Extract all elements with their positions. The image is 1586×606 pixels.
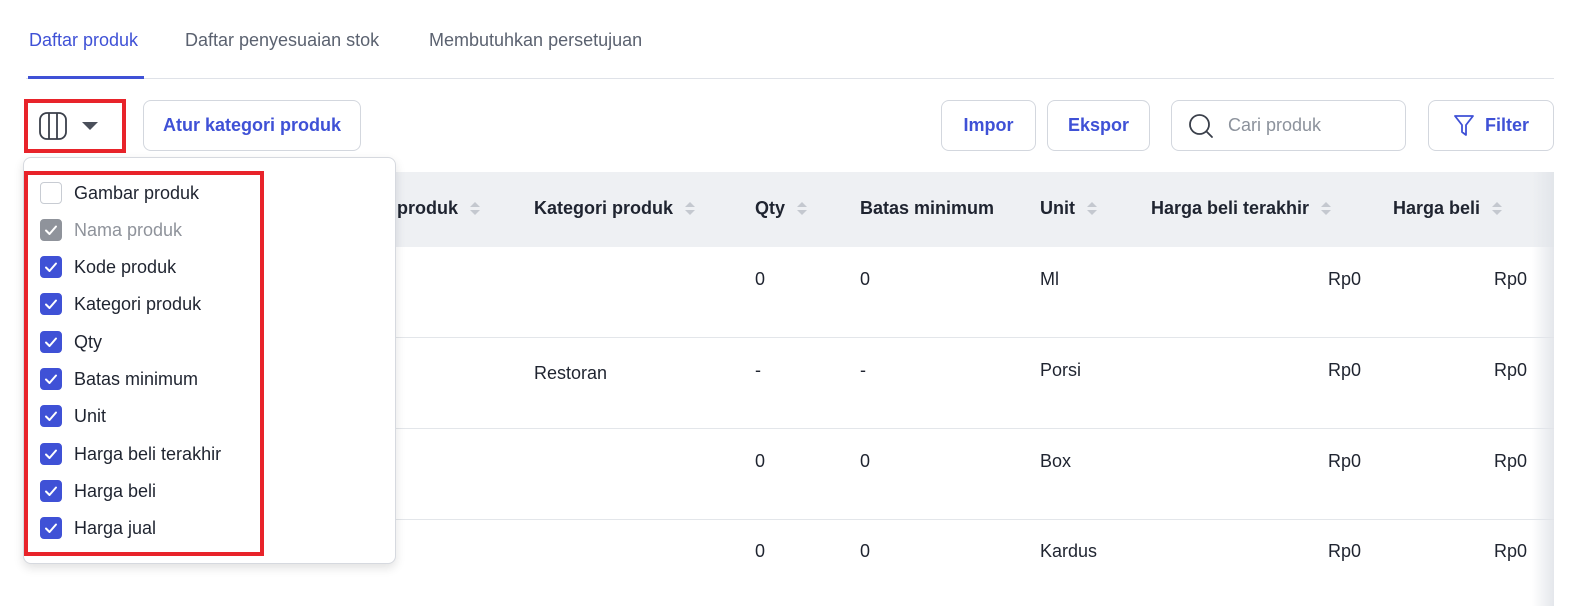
column-option-unit[interactable]: Unit [40,404,106,428]
cell-harga-beli-terakhir: Rp0 [1327,269,1361,289]
checkbox[interactable] [40,331,62,353]
check-icon [45,449,57,459]
tab-bar: Daftar produk Daftar penyesuaian stok Me… [26,0,1554,79]
column-option-batas-minimum[interactable]: Batas minimum [40,367,198,391]
column-option-harga-beli[interactable]: Harga beli [40,479,156,503]
checkbox[interactable] [40,480,62,502]
cell-unit: Box [1040,451,1072,471]
header-unit[interactable]: Unit [1040,198,1097,219]
cell-harga-beli: Rp0 [1493,541,1527,561]
checkbox[interactable] [40,443,62,465]
cell-harga-beli: Rp0 [1493,269,1527,289]
check-icon [45,225,57,235]
check-icon [45,299,57,309]
sort-icon [1087,202,1097,215]
header-harga-beli[interactable]: Harga beli [1393,198,1503,219]
tab-daftar-penyesuaian-stok[interactable]: Daftar penyesuaian stok [185,30,379,51]
table-row[interactable]: 0 0 Ml Rp0 Rp0 [260,247,1554,338]
cell-unit: Ml [1040,269,1059,289]
filter-label: Filter [1484,115,1529,135]
product-table: produk Kategori produk Qty Batas minimum… [260,172,1554,606]
cell-batas-minimum: - [860,360,866,380]
column-visibility-dropdown: Gambar produk Nama produk Kode produk Ka… [23,157,396,564]
search-input[interactable] [1228,115,1388,136]
cell-harga-beli-terakhir: Rp0 [1327,541,1361,561]
column-toggle-button[interactable] [24,99,126,153]
table-row[interactable]: 0 0 Kardus Rp0 Rp0 [260,520,1554,606]
sort-icon [685,202,696,215]
cell-qty: 0 [755,269,766,289]
cell-batas-minimum: 0 [860,269,871,289]
column-option-harga-beli-terakhir[interactable]: Harga beli terakhir [40,442,221,466]
check-icon [45,374,57,384]
tab-membutuhkan-persetujuan[interactable]: Membutuhkan persetujuan [429,30,642,51]
checkbox[interactable] [40,256,62,278]
filter-icon [1454,114,1474,136]
cell-qty: 0 [755,541,766,561]
check-icon [45,337,57,347]
header-batas-minimum[interactable]: Batas minimum [860,198,994,219]
atur-kategori-produk-button[interactable]: Atur kategori produk [143,100,361,151]
chevron-down-icon [82,122,98,130]
cell-qty: - [755,360,761,380]
search-box [1171,100,1406,151]
cell-unit: Kardus [1040,541,1098,561]
impor-button[interactable]: Impor [941,100,1036,151]
column-option-harga-jual[interactable]: Harga jual [40,516,156,540]
column-option-gambar-produk[interactable]: Gambar produk [40,181,199,205]
cell-batas-minimum: 0 [860,451,871,471]
active-tab-indicator [28,76,144,79]
header-qty[interactable]: Qty [755,198,808,219]
column-option-kategori-produk[interactable]: Kategori produk [40,292,201,316]
sort-icon [1492,202,1503,215]
column-option-nama-produk: Nama produk [40,218,182,242]
check-icon [45,411,57,421]
column-option-kode-produk[interactable]: Kode produk [40,255,176,279]
checkbox[interactable] [40,368,62,390]
checkbox[interactable] [40,405,62,427]
header-harga-beli-terakhir[interactable]: Harga beli terakhir [1151,198,1332,219]
sort-icon [1321,202,1332,215]
checkbox[interactable] [40,517,62,539]
search-icon [1189,113,1213,138]
check-icon [45,523,57,533]
cell-kategori: Restoran [534,363,608,383]
check-icon [45,486,57,496]
scroll-shadow [1532,172,1554,606]
cell-harga-beli: Rp0 [1493,360,1527,380]
sort-icon [470,202,480,215]
columns-icon [39,112,67,140]
sort-icon [797,202,808,215]
checkbox[interactable] [40,182,62,204]
cell-harga-beli-terakhir: Rp0 [1327,451,1361,471]
cell-harga-beli-terakhir: Rp0 [1327,360,1361,380]
table-header: produk Kategori produk Qty Batas minimum… [260,172,1554,247]
ekspor-button[interactable]: Ekspor [1047,100,1150,151]
checkbox [40,219,62,241]
checkbox[interactable] [40,293,62,315]
tab-daftar-produk[interactable]: Daftar produk [29,30,138,51]
header-kode-produk[interactable]: produk [397,198,480,219]
cell-batas-minimum: 0 [860,541,871,561]
column-option-qty[interactable]: Qty [40,330,102,354]
cell-qty: 0 [755,451,766,471]
table-row[interactable]: 0 0 Box Rp0 Rp0 [260,429,1554,520]
filter-button[interactable]: Filter [1428,100,1554,151]
check-icon [45,262,57,272]
cell-harga-beli: Rp0 [1493,451,1527,471]
table-row[interactable]: Restoran - - Porsi Rp0 Rp0 [260,338,1554,429]
cell-unit: Porsi [1040,360,1082,380]
header-kategori-produk[interactable]: Kategori produk [534,198,696,219]
